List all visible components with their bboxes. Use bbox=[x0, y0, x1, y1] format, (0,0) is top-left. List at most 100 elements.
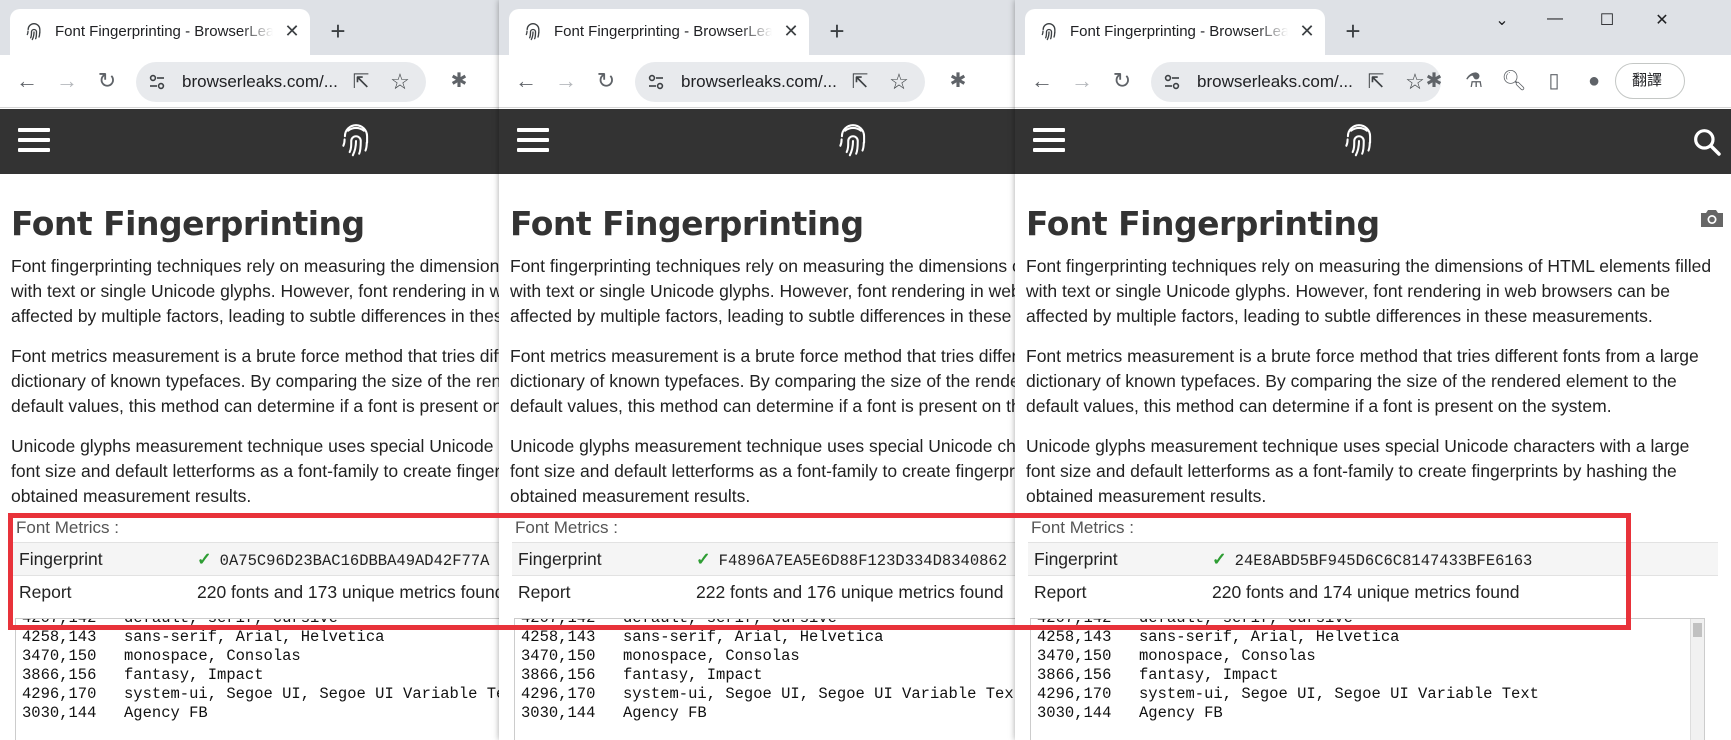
translate-button[interactable]: 翻譯 bbox=[1615, 63, 1685, 99]
hamburger-menu-icon[interactable] bbox=[18, 128, 50, 154]
forward-arrow-icon[interactable]: → bbox=[54, 68, 80, 94]
font-names: monospace, Consolas bbox=[1139, 647, 1316, 665]
back-arrow-icon[interactable]: ← bbox=[1029, 68, 1055, 94]
fingerprint-logo-icon[interactable] bbox=[1340, 122, 1378, 160]
list-item: 4258,143 sans-serif, Arial, Helvetica bbox=[1031, 628, 1704, 647]
font-names: fantasy, Impact bbox=[1139, 666, 1279, 684]
browser-toolbar: ← → ↻ browserleaks.com/... ⇱ ☆ ✱ ⚗ 🔍︎ ▯ ● 翻… bbox=[1015, 55, 1731, 108]
minimize-icon[interactable]: — bbox=[1540, 10, 1570, 30]
metric-value: 4258,143 bbox=[22, 628, 97, 646]
browser-toolbar: ← → ↻ browserleaks.com/... ⇱ ☆ ✱ bbox=[499, 55, 1017, 108]
browser-tab[interactable]: Font Fingerprinting - BrowserLeaks ✕ bbox=[509, 9, 809, 55]
site-header bbox=[499, 109, 1017, 174]
new-tab-plus-icon[interactable]: + bbox=[326, 18, 350, 44]
intro-paragraph: Font fingerprinting techniques rely on m… bbox=[510, 256, 1017, 326]
tab-search-chevron-icon[interactable]: ⌄ bbox=[1487, 10, 1517, 30]
share-icon[interactable]: ⇱ bbox=[1365, 71, 1387, 93]
list-item: 3470,150 monospace, Consolas bbox=[16, 647, 501, 666]
hamburger-menu-icon[interactable] bbox=[1033, 128, 1065, 154]
tune-icon[interactable] bbox=[148, 73, 166, 91]
font-report-list[interactable]: 4207,142 default, serif, cursive 4258,143 s… bbox=[1030, 618, 1705, 740]
scrollbar[interactable] bbox=[1690, 619, 1704, 740]
share-icon[interactable]: ⇱ bbox=[350, 71, 372, 93]
metric-value: 3030,144 bbox=[521, 704, 596, 722]
fingerprint-logo-icon[interactable] bbox=[834, 122, 872, 160]
intro-paragraph: Font fingerprinting techniques rely on m… bbox=[11, 256, 501, 326]
list-item: 4258,143 sans-serif, Arial, Helvetica bbox=[16, 628, 501, 647]
back-arrow-icon[interactable]: ← bbox=[14, 68, 40, 94]
close-tab-icon[interactable]: ✕ bbox=[282, 21, 302, 41]
font-names: fantasy, Impact bbox=[623, 666, 763, 684]
page-title: Font Fingerprinting bbox=[1026, 204, 1380, 243]
tab-title: Font Fingerprinting - BrowserLeaks bbox=[554, 23, 772, 40]
font-names: Agency FB bbox=[124, 704, 208, 722]
tune-icon[interactable] bbox=[1163, 73, 1181, 91]
share-icon[interactable]: ⇱ bbox=[849, 71, 871, 93]
zoom-icon[interactable]: 🔍︎ bbox=[1501, 68, 1527, 94]
forward-arrow-icon[interactable]: → bbox=[553, 68, 579, 94]
browser-tab[interactable]: Font Fingerprinting - BrowserLeaks ✕ bbox=[10, 9, 310, 55]
extensions-icon[interactable]: ✱ bbox=[1421, 68, 1447, 94]
maximize-icon[interactable]: ☐ bbox=[1592, 10, 1622, 30]
address-bar[interactable]: browserleaks.com/... ⇱ ☆ bbox=[635, 62, 925, 102]
address-bar[interactable]: browserleaks.com/... ⇱ ☆ bbox=[1151, 62, 1441, 102]
metrics-paragraph: Font metrics measurement is a brute forc… bbox=[1026, 346, 1699, 416]
close-window-icon[interactable]: ✕ bbox=[1647, 10, 1677, 30]
glyphs-paragraph: Unicode glyphs measurement technique use… bbox=[1026, 436, 1690, 506]
list-item: 4296,170 system-ui, Segoe UI, Segoe UI Va… bbox=[515, 685, 1017, 704]
forward-arrow-icon[interactable]: → bbox=[1069, 68, 1095, 94]
metric-value: 3866,156 bbox=[521, 666, 596, 684]
address-bar[interactable]: browserleaks.com/... ⇱ ☆ bbox=[136, 62, 426, 102]
reload-icon[interactable]: ↻ bbox=[593, 68, 619, 94]
reload-icon[interactable]: ↻ bbox=[1109, 68, 1135, 94]
font-names: sans-serif, Arial, Helvetica bbox=[1139, 628, 1400, 646]
extensions-icon[interactable]: ✱ bbox=[945, 68, 971, 94]
metric-value: 3030,144 bbox=[22, 704, 97, 722]
font-report-list[interactable]: 4207,142 default, serif, cursive 4258,143 s… bbox=[514, 618, 1017, 740]
profile-icon[interactable]: ● bbox=[1581, 68, 1607, 94]
list-item: 3470,150 monospace, Consolas bbox=[515, 647, 1017, 666]
browser-tab[interactable]: Font Fingerprinting - BrowserLeaks ✕ bbox=[1025, 9, 1325, 55]
metric-value: 3030,144 bbox=[1037, 704, 1112, 722]
hamburger-menu-icon[interactable] bbox=[517, 128, 549, 154]
bookmark-star-icon[interactable]: ☆ bbox=[388, 70, 412, 94]
glyphs-paragraph: Unicode glyphs measurement technique use… bbox=[510, 436, 1017, 506]
tab-strip: Font Fingerprinting - BrowserLeaks ✕ + bbox=[499, 0, 1017, 55]
list-item: 3866,156 fantasy, Impact bbox=[515, 666, 1017, 685]
tab-title: Font Fingerprinting - BrowserLeaks bbox=[1070, 23, 1288, 40]
tune-icon[interactable] bbox=[647, 73, 665, 91]
browser-toolbar: ← → ↻ browserleaks.com/... ⇱ ☆ ✱ bbox=[0, 55, 501, 108]
tab-strip: Font Fingerprinting - BrowserLeaks ✕ + —… bbox=[1015, 0, 1731, 55]
extensions-icon[interactable]: ✱ bbox=[446, 68, 472, 94]
reload-icon[interactable]: ↻ bbox=[94, 68, 120, 94]
fingerprint-logo-icon[interactable] bbox=[337, 122, 375, 160]
lab-flask-icon[interactable]: ⚗ bbox=[1461, 68, 1487, 94]
font-names: sans-serif, Arial, Helvetica bbox=[623, 628, 884, 646]
scrollbar-thumb[interactable] bbox=[1693, 623, 1702, 637]
metrics-paragraph: Font metrics measurement is a brute forc… bbox=[510, 346, 1017, 416]
font-names: system-ui, Segoe UI, Segoe UI Variable T… bbox=[124, 685, 501, 703]
new-tab-plus-icon[interactable]: + bbox=[825, 18, 849, 44]
intro-paragraph: Font fingerprinting techniques rely on m… bbox=[1026, 256, 1712, 326]
close-tab-icon[interactable]: ✕ bbox=[1297, 21, 1317, 41]
metric-value: 3470,150 bbox=[22, 647, 97, 665]
close-tab-icon[interactable]: ✕ bbox=[781, 21, 801, 41]
back-arrow-icon[interactable]: ← bbox=[513, 68, 539, 94]
new-tab-plus-icon[interactable]: + bbox=[1341, 18, 1365, 44]
fingerprint-icon bbox=[26, 23, 41, 41]
metric-value: 3470,150 bbox=[1037, 647, 1112, 665]
font-names: Agency FB bbox=[1139, 704, 1223, 722]
page-title: Font Fingerprinting bbox=[11, 204, 365, 243]
side-panel-icon[interactable]: ▯ bbox=[1541, 68, 1567, 94]
font-report-list[interactable]: 4207,142 default, serif, cursive 4258,143 s… bbox=[15, 618, 501, 740]
bookmark-star-icon[interactable]: ☆ bbox=[887, 70, 911, 94]
metric-value: 4258,143 bbox=[521, 628, 596, 646]
search-icon[interactable] bbox=[1691, 126, 1723, 158]
tab-title: Font Fingerprinting - BrowserLeaks bbox=[55, 23, 273, 40]
font-names: system-ui, Segoe UI, Segoe UI Variable T… bbox=[1139, 685, 1539, 703]
camera-icon[interactable] bbox=[1698, 206, 1726, 230]
list-item: 4296,170 system-ui, Segoe UI, Segoe UI Va… bbox=[16, 685, 501, 704]
list-item: 3030,144 Agency FB bbox=[16, 704, 501, 723]
font-names: system-ui, Segoe UI, Segoe UI Variable T… bbox=[623, 685, 1017, 703]
font-names: monospace, Consolas bbox=[124, 647, 301, 665]
